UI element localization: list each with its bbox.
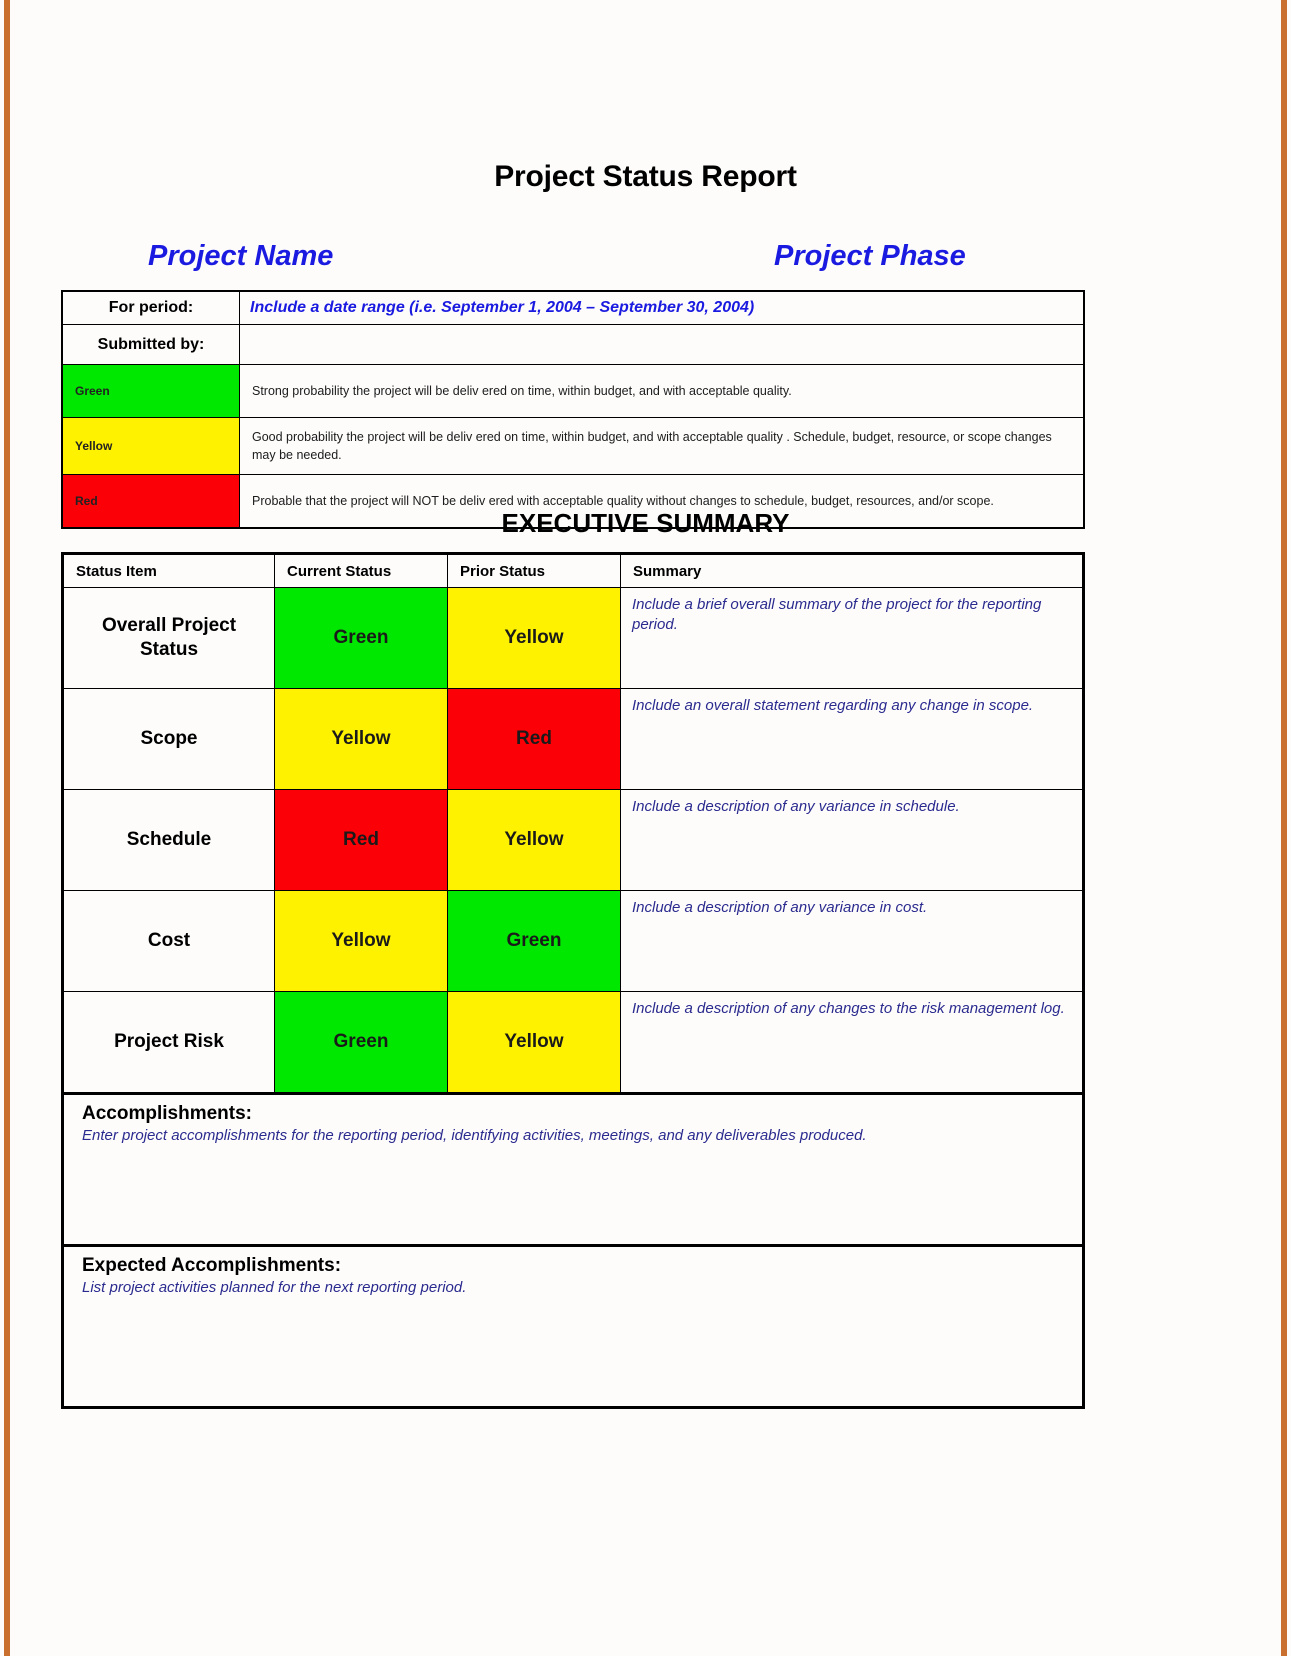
legend-description-yellow: Good probability the project will be del… xyxy=(239,416,1085,476)
expected-accomplishments-section[interactable]: Expected Accomplishments: List project a… xyxy=(62,1244,1084,1408)
project-name-heading: Project Name xyxy=(148,240,334,272)
summary-value[interactable]: Include a brief overall summary of the p… xyxy=(620,587,1084,689)
current-status-value[interactable]: Red xyxy=(274,789,448,891)
for-period-label: For period: xyxy=(61,290,240,325)
table-header-row: Status Item Current Status Prior Status … xyxy=(62,553,1084,588)
expected-accomplishments-heading: Expected Accomplishments: xyxy=(82,1255,342,1276)
project-phase-heading: Project Phase xyxy=(774,240,966,272)
summary-value[interactable]: Include an overall statement regarding a… xyxy=(620,688,1084,790)
page-title: Project Status Report xyxy=(494,160,797,193)
current-status-value[interactable]: Green xyxy=(274,587,448,689)
submitted-by-value[interactable] xyxy=(239,324,1085,365)
page-edge-left xyxy=(4,0,10,1656)
expected-accomplishments-input[interactable] xyxy=(82,1296,1082,1396)
table-row-expected-accomplishments: Expected Accomplishments: List project a… xyxy=(62,1244,1084,1408)
summary-value[interactable]: Include a description of any changes to … xyxy=(620,991,1084,1094)
prior-status-value[interactable]: Red xyxy=(447,688,621,790)
table-row: Project Risk Green Yellow Include a desc… xyxy=(62,991,1084,1094)
table-row-accomplishments: Accomplishments: Enter project accomplis… xyxy=(62,1092,1084,1246)
accomplishments-section[interactable]: Accomplishments: Enter project accomplis… xyxy=(62,1092,1084,1246)
legend-swatch-green: Green xyxy=(61,364,240,418)
expected-accomplishments-placeholder: List project activities planned for the … xyxy=(82,1279,467,1296)
prior-status-value[interactable]: Green xyxy=(447,890,621,992)
accomplishments-input[interactable] xyxy=(82,1144,1082,1234)
page-edge-right xyxy=(1281,0,1287,1656)
status-item-label: Overall Project Status xyxy=(62,587,275,689)
legend-description-green: Strong probability the project will be d… xyxy=(239,364,1085,418)
status-item-label: Schedule xyxy=(62,789,275,891)
accomplishments-placeholder: Enter project accomplishments for the re… xyxy=(82,1127,867,1144)
legend-swatch-yellow: Yellow xyxy=(61,416,240,476)
table-row: Cost Yellow Green Include a description … xyxy=(62,890,1084,992)
for-period-value[interactable]: Include a date range (i.e. September 1, … xyxy=(239,290,1085,325)
table-row-submitted-by: Submitted by: xyxy=(61,324,1085,365)
prior-status-value[interactable]: Yellow xyxy=(447,991,621,1094)
status-item-label: Project Risk xyxy=(62,991,275,1094)
summary-value[interactable]: Include a description of any variance in… xyxy=(620,789,1084,891)
current-status-value[interactable]: Green xyxy=(274,991,448,1094)
executive-summary-table: Status Item Current Status Prior Status … xyxy=(61,552,1085,1409)
executive-summary-heading: EXECUTIVE SUMMARY xyxy=(501,508,790,538)
project-header-row: Project Name Project Phase xyxy=(14,240,1277,280)
table-row-legend-green: Green Strong probability the project wil… xyxy=(61,364,1085,418)
current-status-value[interactable]: Yellow xyxy=(274,890,448,992)
column-header-summary: Summary xyxy=(620,553,1084,588)
status-item-label: Cost xyxy=(62,890,275,992)
column-header-status-item: Status Item xyxy=(62,553,275,588)
prior-status-value[interactable]: Yellow xyxy=(447,587,621,689)
prior-status-value[interactable]: Yellow xyxy=(447,789,621,891)
column-header-prior-status: Prior Status xyxy=(447,553,621,588)
status-item-label: Scope xyxy=(62,688,275,790)
table-row-legend-yellow: Yellow Good probability the project will… xyxy=(61,416,1085,476)
summary-value[interactable]: Include a description of any variance in… xyxy=(620,890,1084,992)
submitted-by-label: Submitted by: xyxy=(61,324,240,365)
table-row: Scope Yellow Red Include an overall stat… xyxy=(62,688,1084,790)
project-info-table: For period: Include a date range (i.e. S… xyxy=(61,290,1085,530)
column-header-current-status: Current Status xyxy=(274,553,448,588)
accomplishments-heading: Accomplishments: xyxy=(82,1103,252,1124)
document-sheet: Project Status Report Project Name Proje… xyxy=(14,0,1277,1656)
table-row: Overall Project Status Green Yellow Incl… xyxy=(62,587,1084,689)
table-row-for-period: For period: Include a date range (i.e. S… xyxy=(61,290,1085,325)
current-status-value[interactable]: Yellow xyxy=(274,688,448,790)
table-row: Schedule Red Yellow Include a descriptio… xyxy=(62,789,1084,891)
